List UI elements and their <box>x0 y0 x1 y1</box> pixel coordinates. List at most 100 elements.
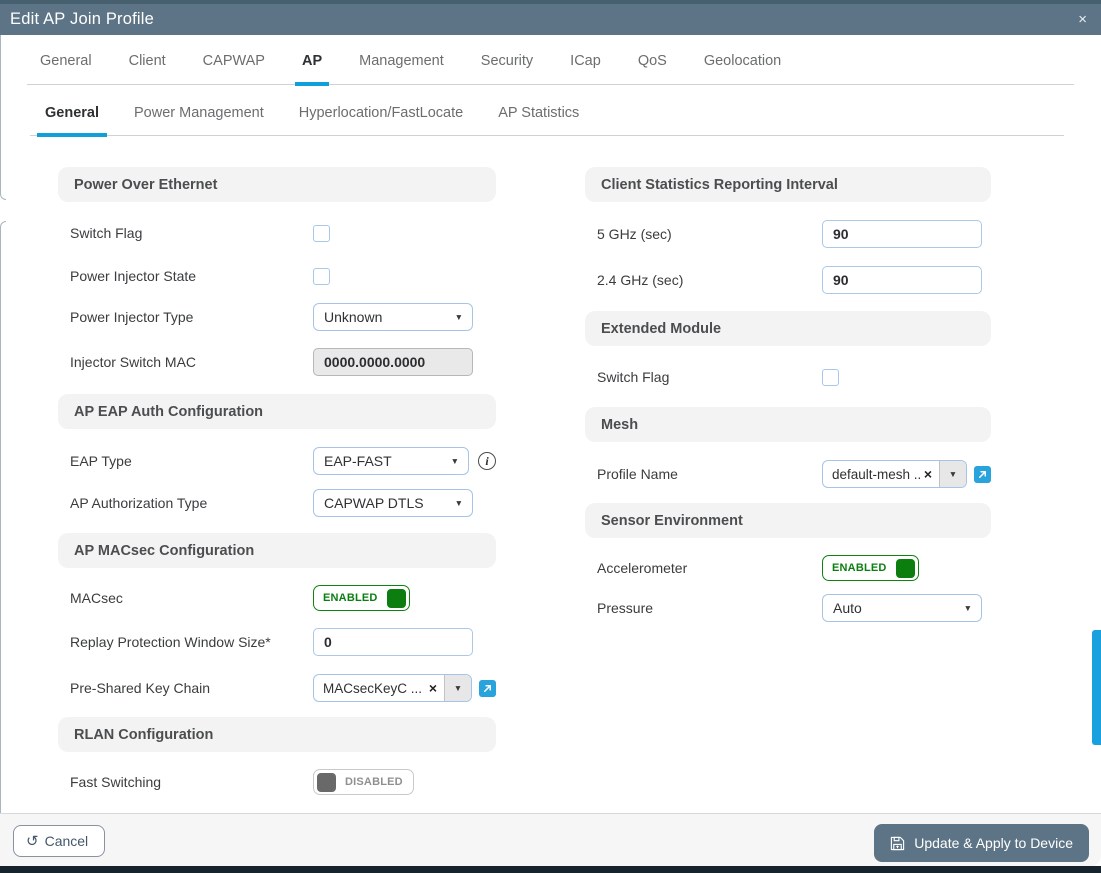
macsec-toggle[interactable]: ENABLED <box>313 585 410 611</box>
modal-footer: ↺ Cancel Update & Apply to Device <box>0 813 1101 867</box>
chevron-down-icon: ▼ <box>453 683 463 693</box>
ap-authorization-type-label: AP Authorization Type <box>70 495 208 511</box>
chevron-down-icon: ▼ <box>454 312 463 322</box>
5ghz-sec-label: 5 GHz (sec) <box>597 226 672 242</box>
switch-flag-checkbox[interactable] <box>313 224 330 242</box>
tab-capwap[interactable]: CAPWAP <box>196 53 272 86</box>
selected-value: CAPWAP DTLS <box>324 495 424 511</box>
24ghz-sec-label: 2.4 GHz (sec) <box>597 272 684 288</box>
accelerometer-toggle[interactable]: ENABLED <box>822 555 919 581</box>
subtab-ap-statistics[interactable]: AP Statistics <box>490 105 587 137</box>
modal-titlebar: Edit AP Join Profile × <box>0 4 1101 35</box>
5ghz-sec-input[interactable]: 90 <box>822 220 982 248</box>
tab-qos[interactable]: QoS <box>631 53 674 86</box>
section-title: Client Statistics Reporting Interval <box>601 176 838 193</box>
modal-left-border-lower <box>0 221 6 813</box>
subtab-power-management[interactable]: Power Management <box>126 105 272 137</box>
tab-ap[interactable]: AP <box>294 53 330 86</box>
close-icon[interactable]: × <box>1074 4 1091 35</box>
section-title: AP EAP Auth Configuration <box>74 403 264 420</box>
cancel-button-label: Cancel <box>44 833 89 849</box>
accelerometer-label: Accelerometer <box>597 560 688 576</box>
pressure-select[interactable]: Auto ▼ <box>822 594 982 622</box>
mesh-profile-name-combobox[interactable]: default-mesh ... × ▼ <box>822 460 967 488</box>
tab-general[interactable]: General <box>33 53 99 86</box>
switch-flag-label: Switch Flag <box>70 225 143 241</box>
section-client-statistics: Client Statistics Reporting Interval <box>585 167 991 202</box>
update-apply-button[interactable]: Update & Apply to Device <box>874 824 1089 862</box>
update-apply-button-label: Update & Apply to Device <box>914 835 1073 851</box>
page-background-strip <box>0 866 1101 873</box>
extended-module-switch-flag-checkbox[interactable] <box>822 368 839 386</box>
toggle-state-label: ENABLED <box>323 592 378 604</box>
selected-value: EAP-FAST <box>324 453 392 469</box>
eap-type-label: EAP Type <box>70 453 132 469</box>
toggle-knob <box>895 558 915 578</box>
undo-icon: ↺ <box>26 832 39 850</box>
section-extended-module: Extended Module <box>585 311 991 346</box>
external-link-icon[interactable] <box>974 465 991 483</box>
tab-icap[interactable]: ICap <box>563 53 608 86</box>
chevron-down-icon: ▼ <box>450 456 459 466</box>
section-mesh: Mesh <box>585 407 991 442</box>
tab-geolocation[interactable]: Geolocation <box>697 53 788 86</box>
main-tabs: General Client CAPWAP AP Management Secu… <box>27 53 1074 86</box>
pre-shared-key-chain-label: Pre-Shared Key Chain <box>70 680 211 696</box>
power-injector-type-select[interactable]: Unknown ▼ <box>313 303 473 331</box>
clear-icon[interactable]: × <box>427 680 444 696</box>
section-title: Power Over Ethernet <box>74 176 218 193</box>
right-column: Client Statistics Reporting Interval 5 G… <box>585 167 991 622</box>
section-rlan: RLAN Configuration <box>58 717 496 752</box>
modal-left-border-upper <box>0 35 6 200</box>
power-injector-type-label: Power Injector Type <box>70 309 194 325</box>
toggle-state-label: DISABLED <box>345 776 403 788</box>
save-icon <box>890 836 905 851</box>
pressure-label: Pressure <box>597 600 654 616</box>
section-ap-macsec: AP MACsec Configuration <box>58 533 496 568</box>
left-column: Power Over Ethernet Switch Flag Power In… <box>58 167 496 795</box>
toggle-knob <box>386 588 406 608</box>
24ghz-sec-input[interactable]: 90 <box>822 266 982 294</box>
selected-value: Auto <box>833 600 862 616</box>
tab-management[interactable]: Management <box>352 53 451 86</box>
chevron-down-icon: ▼ <box>948 469 958 479</box>
tab-client[interactable]: Client <box>122 53 173 86</box>
section-sensor-environment: Sensor Environment <box>585 503 991 538</box>
selected-value: Unknown <box>324 309 383 325</box>
section-power-over-ethernet: Power Over Ethernet <box>58 167 496 202</box>
ap-subtabs: General Power Management Hyperlocation/F… <box>30 105 1064 137</box>
pre-shared-key-chain-combobox[interactable]: MACsecKeyC ... × ▼ <box>313 674 472 702</box>
section-title: AP MACsec Configuration <box>74 542 255 559</box>
dropdown-toggle[interactable]: ▼ <box>939 461 966 487</box>
fast-switching-label: Fast Switching <box>70 774 162 790</box>
extended-module-switch-flag-label: Switch Flag <box>597 369 670 385</box>
combobox-value: MACsecKeyC ... <box>323 680 423 696</box>
section-title: Mesh <box>601 416 639 433</box>
dropdown-toggle[interactable]: ▼ <box>444 675 471 701</box>
eap-type-select[interactable]: EAP-FAST ▼ <box>313 447 469 475</box>
injector-switch-mac-label: Injector Switch MAC <box>70 354 197 370</box>
section-title: RLAN Configuration <box>74 726 214 743</box>
injector-switch-mac-input: 0000.0000.0000 <box>313 348 473 376</box>
clear-icon[interactable]: × <box>922 466 939 482</box>
info-icon[interactable]: i <box>478 452 496 470</box>
cancel-button[interactable]: ↺ Cancel <box>13 825 106 857</box>
fast-switching-toggle[interactable]: DISABLED <box>313 769 414 795</box>
subtab-hyperlocation-fastlocate[interactable]: Hyperlocation/FastLocate <box>291 105 471 137</box>
subtab-general[interactable]: General <box>37 105 107 137</box>
mesh-profile-name-label: Profile Name <box>597 466 678 482</box>
ap-authorization-type-select[interactable]: CAPWAP DTLS ▼ <box>313 489 473 517</box>
power-injector-state-checkbox[interactable] <box>313 267 330 285</box>
tab-security[interactable]: Security <box>474 53 540 86</box>
modal-title: Edit AP Join Profile <box>10 10 155 28</box>
section-title: Extended Module <box>601 320 722 337</box>
chevron-down-icon: ▼ <box>454 498 463 508</box>
replay-protection-window-size-input[interactable]: 0 <box>313 628 473 656</box>
replay-protection-window-size-label: Replay Protection Window Size* <box>70 634 271 650</box>
scrollbar-thumb[interactable] <box>1092 630 1101 745</box>
external-link-icon[interactable] <box>479 679 496 697</box>
toggle-state-label: ENABLED <box>832 562 887 574</box>
macsec-label: MACsec <box>70 590 123 606</box>
section-ap-eap-auth: AP EAP Auth Configuration <box>58 394 496 429</box>
combobox-value: default-mesh ... <box>832 466 922 482</box>
